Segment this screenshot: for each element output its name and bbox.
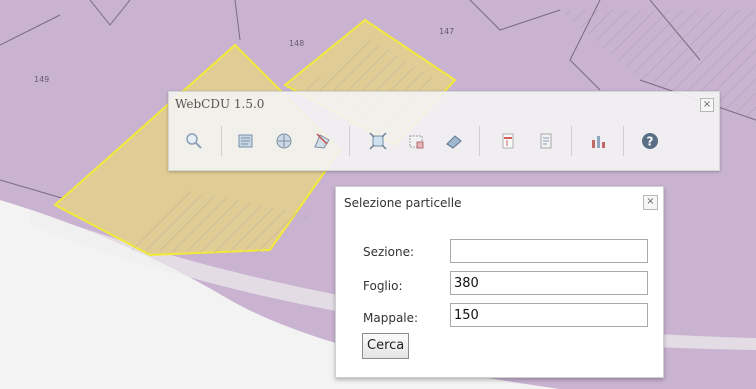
sezione-input[interactable] xyxy=(450,239,648,263)
toolbar-divider xyxy=(479,126,480,156)
zoom-extent-icon[interactable] xyxy=(361,122,395,160)
parcel-number-149: 149 xyxy=(34,75,50,84)
webcdu-toolbar-window[interactable]: WebCDU 1.5.0 × ? xyxy=(168,91,720,171)
toolbar-title: WebCDU 1.5.0 xyxy=(175,97,265,111)
toolbar-divider xyxy=(571,126,572,156)
eraser-icon[interactable] xyxy=(437,122,471,160)
foglio-input[interactable] xyxy=(450,271,648,295)
dialog-close-icon[interactable]: × xyxy=(643,195,658,210)
select-parcel-icon[interactable] xyxy=(229,122,263,160)
pdf-report-icon[interactable] xyxy=(491,122,525,160)
mappale-label: Mappale: xyxy=(363,311,419,325)
select-window-icon[interactable] xyxy=(399,122,433,160)
toolbar-divider xyxy=(349,126,350,156)
toolbar-close-icon[interactable]: × xyxy=(700,98,714,112)
select-polygon-icon[interactable] xyxy=(305,122,339,160)
document-icon[interactable] xyxy=(529,122,563,160)
parcel-selection-dialog[interactable]: Selezione particelle × Sezione: Foglio: … xyxy=(335,186,664,378)
sezione-label: Sezione: xyxy=(363,245,415,259)
mappale-input[interactable] xyxy=(450,303,648,327)
chart-icon[interactable] xyxy=(581,122,615,160)
foglio-label: Foglio: xyxy=(363,279,403,293)
zoom-icon[interactable] xyxy=(177,122,211,160)
tool-row: ? xyxy=(173,122,713,162)
toolbar-divider xyxy=(221,126,222,156)
parcel-number-148: 148 xyxy=(289,39,305,48)
toolbar-divider xyxy=(623,126,624,156)
select-area-icon[interactable] xyxy=(267,122,301,160)
search-button[interactable]: Cerca xyxy=(362,333,410,359)
svg-text:?: ? xyxy=(647,135,654,149)
dialog-title: Selezione particelle xyxy=(344,196,462,210)
help-icon[interactable]: ? xyxy=(633,122,667,160)
parcel-number-147: 147 xyxy=(439,27,455,36)
